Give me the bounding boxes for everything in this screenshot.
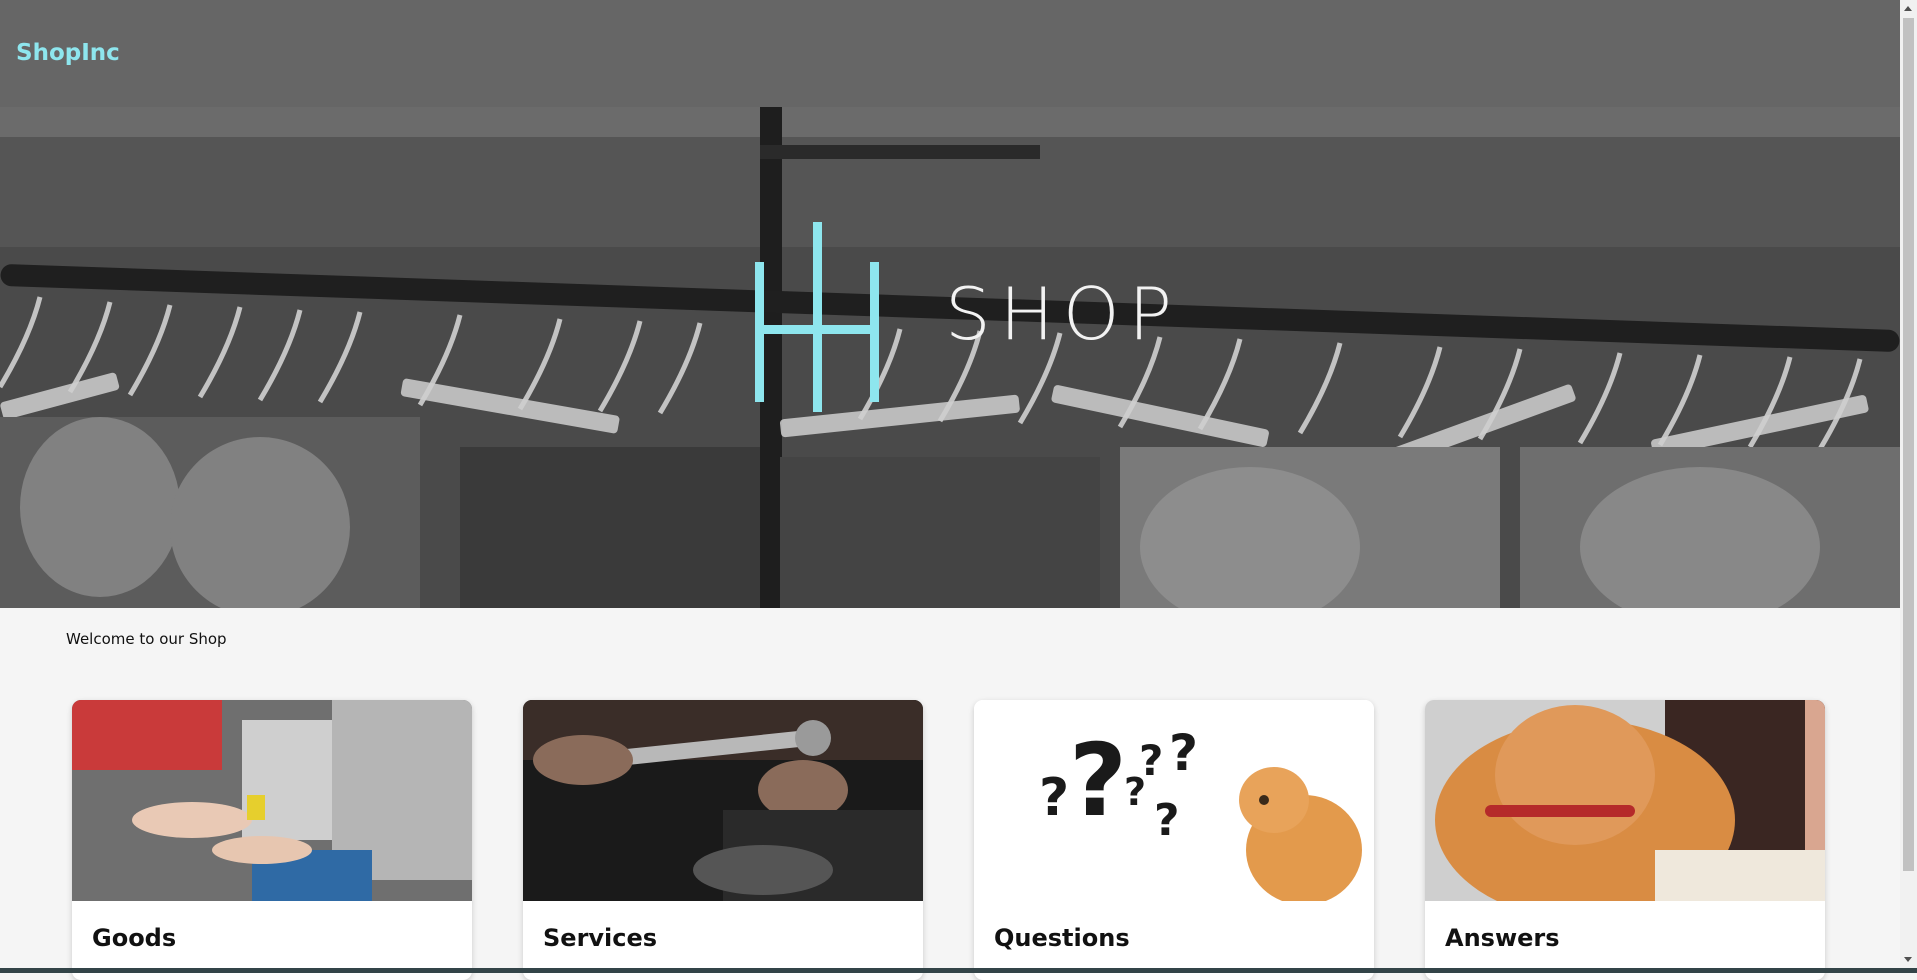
card-title-services: Services xyxy=(543,924,658,952)
hero-background-image xyxy=(0,107,1900,608)
card-title-goods: Goods xyxy=(92,924,177,952)
card-image-services xyxy=(523,700,923,901)
card-answers[interactable]: Answers xyxy=(1425,700,1825,980)
brand-logo-link[interactable]: ShopInc xyxy=(16,40,120,66)
svg-text:?: ? xyxy=(1039,768,1069,828)
bottom-edge-bar xyxy=(0,968,1917,973)
hero-banner: SHOP xyxy=(0,107,1900,608)
card-goods[interactable]: Goods xyxy=(72,700,472,980)
svg-text:?: ? xyxy=(1169,724,1198,782)
svg-text:?: ? xyxy=(1069,722,1127,839)
svg-text:?: ? xyxy=(1124,770,1146,814)
card-services[interactable]: Services xyxy=(523,700,923,980)
card-image-goods xyxy=(72,700,472,901)
page-scrollbar[interactable] xyxy=(1900,0,1917,968)
card-title-questions: Questions xyxy=(994,924,1130,952)
card-image-answers xyxy=(1425,700,1825,901)
top-navbar: ShopInc xyxy=(0,0,1900,107)
scroll-down-icon[interactable] xyxy=(1904,957,1912,962)
card-title-answers: Answers xyxy=(1445,924,1560,952)
card-questions[interactable]: ? ? ? ? ? ? Questions xyxy=(974,700,1374,980)
hh-monogram-icon xyxy=(755,222,879,412)
welcome-text: Welcome to our Shop xyxy=(66,630,227,648)
card-image-questions: ? ? ? ? ? ? xyxy=(974,700,1374,901)
hero-logo-text: SHOP xyxy=(945,272,1181,356)
scrollbar-thumb[interactable] xyxy=(1903,18,1914,871)
scroll-up-icon[interactable] xyxy=(1904,6,1912,11)
svg-text:?: ? xyxy=(1154,795,1180,846)
